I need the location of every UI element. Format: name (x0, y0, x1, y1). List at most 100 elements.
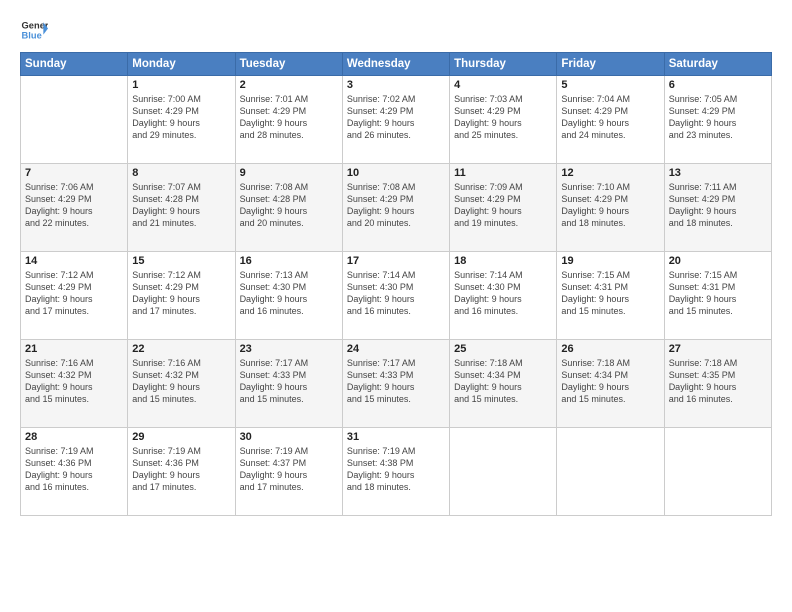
calendar-cell: 15 Sunrise: 7:12 AM Sunset: 4:29 PM Dayli… (128, 252, 235, 340)
calendar-cell: 9 Sunrise: 7:08 AM Sunset: 4:28 PM Daylig… (235, 164, 342, 252)
day-number: 8 (132, 167, 230, 179)
day-number: 20 (669, 255, 767, 267)
calendar-header: SundayMondayTuesdayWednesdayThursdayFrid… (21, 53, 772, 76)
day-of-week-header: Sunday (21, 53, 128, 76)
calendar-cell (557, 428, 664, 516)
calendar-cell: 22Sunrise: 7:16 AM Sunset: 4:32 PM Dayli… (128, 340, 235, 428)
calendar-cell: 1Sunrise: 7:00 AM Sunset: 4:29 PM Daylig… (128, 76, 235, 164)
day-info: Sunrise: 7:12 AM Sunset: 4:29 PM Dayligh… (25, 269, 123, 318)
header: General Blue (20, 16, 772, 44)
calendar-cell: 13 Sunrise: 7:11 AM Sunset: 4:29 PM Dayli… (664, 164, 771, 252)
day-of-week-header: Tuesday (235, 53, 342, 76)
day-info: Sunrise: 7:14 AM Sunset: 4:30 PM Dayligh… (454, 269, 552, 318)
day-number: 15 (132, 255, 230, 267)
day-info: Sunrise: 7:15 AM Sunset: 4:31 PM Dayligh… (561, 269, 659, 318)
day-info: Sunrise: 7:03 AM Sunset: 4:29 PM Dayligh… (454, 93, 552, 142)
calendar-cell: 19Sunrise: 7:15 AM Sunset: 4:31 PM Dayli… (557, 252, 664, 340)
calendar-cell: 26Sunrise: 7:18 AM Sunset: 4:34 PM Dayli… (557, 340, 664, 428)
svg-text:Blue: Blue (22, 31, 42, 41)
day-number: 12 (561, 167, 659, 179)
day-info: Sunrise: 7:18 AM Sunset: 4:34 PM Dayligh… (454, 357, 552, 406)
calendar-cell (450, 428, 557, 516)
calendar-cell: 12 Sunrise: 7:10 AM Sunset: 4:29 PM Dayli… (557, 164, 664, 252)
day-number: 27 (669, 343, 767, 355)
day-info: Sunrise: 7:17 AM Sunset: 4:33 PM Dayligh… (240, 357, 338, 406)
day-info: Sunrise: 7:08 AM Sunset: 4:28 PM Dayligh… (240, 181, 338, 230)
calendar-cell: 10 Sunrise: 7:08 AM Sunset: 4:29 PM Dayli… (342, 164, 449, 252)
day-number: 29 (132, 431, 230, 443)
day-info: Sunrise: 7:19 AM Sunset: 4:36 PM Dayligh… (132, 445, 230, 494)
day-info: Sunrise: 7:18 AM Sunset: 4:34 PM Dayligh… (561, 357, 659, 406)
calendar-table: SundayMondayTuesdayWednesdayThursdayFrid… (20, 52, 772, 516)
day-number: 11 (454, 167, 552, 179)
day-number: 18 (454, 255, 552, 267)
calendar-cell: 7Sunrise: 7:06 AM Sunset: 4:29 PM Daylig… (21, 164, 128, 252)
day-info: Sunrise: 7:11 AM Sunset: 4:29 PM Dayligh… (669, 181, 767, 230)
days-of-week-row: SundayMondayTuesdayWednesdayThursdayFrid… (21, 53, 772, 76)
day-number: 24 (347, 343, 445, 355)
logo: General Blue (20, 16, 48, 44)
day-of-week-header: Thursday (450, 53, 557, 76)
day-info: Sunrise: 7:02 AM Sunset: 4:29 PM Dayligh… (347, 93, 445, 142)
logo-icon: General Blue (20, 16, 48, 44)
day-info: Sunrise: 7:10 AM Sunset: 4:29 PM Dayligh… (561, 181, 659, 230)
day-info: Sunrise: 7:08 AM Sunset: 4:29 PM Dayligh… (347, 181, 445, 230)
day-info: Sunrise: 7:16 AM Sunset: 4:32 PM Dayligh… (25, 357, 123, 406)
calendar-cell: 3 Sunrise: 7:02 AM Sunset: 4:29 PM Daylig… (342, 76, 449, 164)
day-number: 17 (347, 255, 445, 267)
day-number: 30 (240, 431, 338, 443)
calendar-cell: 2Sunrise: 7:01 AM Sunset: 4:29 PM Daylig… (235, 76, 342, 164)
calendar-week-row: 14Sunrise: 7:12 AM Sunset: 4:29 PM Dayli… (21, 252, 772, 340)
day-number: 31 (347, 431, 445, 443)
day-of-week-header: Monday (128, 53, 235, 76)
day-info: Sunrise: 7:12 AM Sunset: 4:29 PM Dayligh… (132, 269, 230, 318)
day-info: Sunrise: 7:00 AM Sunset: 4:29 PM Dayligh… (132, 93, 230, 142)
day-number: 4 (454, 79, 552, 91)
day-info: Sunrise: 7:05 AM Sunset: 4:29 PM Dayligh… (669, 93, 767, 142)
day-of-week-header: Wednesday (342, 53, 449, 76)
calendar-cell: 11 Sunrise: 7:09 AM Sunset: 4:29 PM Dayli… (450, 164, 557, 252)
day-info: Sunrise: 7:14 AM Sunset: 4:30 PM Dayligh… (347, 269, 445, 318)
calendar-week-row: 7Sunrise: 7:06 AM Sunset: 4:29 PM Daylig… (21, 164, 772, 252)
calendar-cell (21, 76, 128, 164)
calendar-cell: 24 Sunrise: 7:17 AM Sunset: 4:33 PM Dayli… (342, 340, 449, 428)
calendar-cell: 14Sunrise: 7:12 AM Sunset: 4:29 PM Dayli… (21, 252, 128, 340)
day-number: 22 (132, 343, 230, 355)
day-of-week-header: Friday (557, 53, 664, 76)
day-info: Sunrise: 7:15 AM Sunset: 4:31 PM Dayligh… (669, 269, 767, 318)
calendar-cell: 31Sunrise: 7:19 AM Sunset: 4:38 PM Dayli… (342, 428, 449, 516)
calendar-cell: 8 Sunrise: 7:07 AM Sunset: 4:28 PM Daylig… (128, 164, 235, 252)
day-number: 23 (240, 343, 338, 355)
calendar-cell: 18 Sunrise: 7:14 AM Sunset: 4:30 PM Dayli… (450, 252, 557, 340)
day-info: Sunrise: 7:09 AM Sunset: 4:29 PM Dayligh… (454, 181, 552, 230)
page: General Blue SundayMondayTuesdayWednesda… (0, 0, 792, 612)
day-info: Sunrise: 7:04 AM Sunset: 4:29 PM Dayligh… (561, 93, 659, 142)
day-number: 16 (240, 255, 338, 267)
calendar-cell: 27 Sunrise: 7:18 AM Sunset: 4:35 PM Dayli… (664, 340, 771, 428)
day-info: Sunrise: 7:13 AM Sunset: 4:30 PM Dayligh… (240, 269, 338, 318)
day-number: 5 (561, 79, 659, 91)
day-number: 7 (25, 167, 123, 179)
calendar-cell: 5 Sunrise: 7:04 AM Sunset: 4:29 PM Daylig… (557, 76, 664, 164)
day-info: Sunrise: 7:17 AM Sunset: 4:33 PM Dayligh… (347, 357, 445, 406)
day-number: 25 (454, 343, 552, 355)
calendar-cell: 6 Sunrise: 7:05 AM Sunset: 4:29 PM Daylig… (664, 76, 771, 164)
day-number: 28 (25, 431, 123, 443)
calendar-week-row: 21 Sunrise: 7:16 AM Sunset: 4:32 PM Dayli… (21, 340, 772, 428)
day-number: 9 (240, 167, 338, 179)
day-number: 6 (669, 79, 767, 91)
calendar-cell: 30Sunrise: 7:19 AM Sunset: 4:37 PM Dayli… (235, 428, 342, 516)
day-info: Sunrise: 7:18 AM Sunset: 4:35 PM Dayligh… (669, 357, 767, 406)
calendar-cell: 25 Sunrise: 7:18 AM Sunset: 4:34 PM Dayli… (450, 340, 557, 428)
calendar-cell: 21 Sunrise: 7:16 AM Sunset: 4:32 PM Dayli… (21, 340, 128, 428)
calendar-cell: 17 Sunrise: 7:14 AM Sunset: 4:30 PM Dayli… (342, 252, 449, 340)
day-number: 10 (347, 167, 445, 179)
day-number: 3 (347, 79, 445, 91)
day-number: 21 (25, 343, 123, 355)
calendar-week-row: 1Sunrise: 7:00 AM Sunset: 4:29 PM Daylig… (21, 76, 772, 164)
day-of-week-header: Saturday (664, 53, 771, 76)
calendar-cell: 20 Sunrise: 7:15 AM Sunset: 4:31 PM Dayli… (664, 252, 771, 340)
day-number: 13 (669, 167, 767, 179)
day-info: Sunrise: 7:07 AM Sunset: 4:28 PM Dayligh… (132, 181, 230, 230)
calendar-body: 1Sunrise: 7:00 AM Sunset: 4:29 PM Daylig… (21, 76, 772, 516)
